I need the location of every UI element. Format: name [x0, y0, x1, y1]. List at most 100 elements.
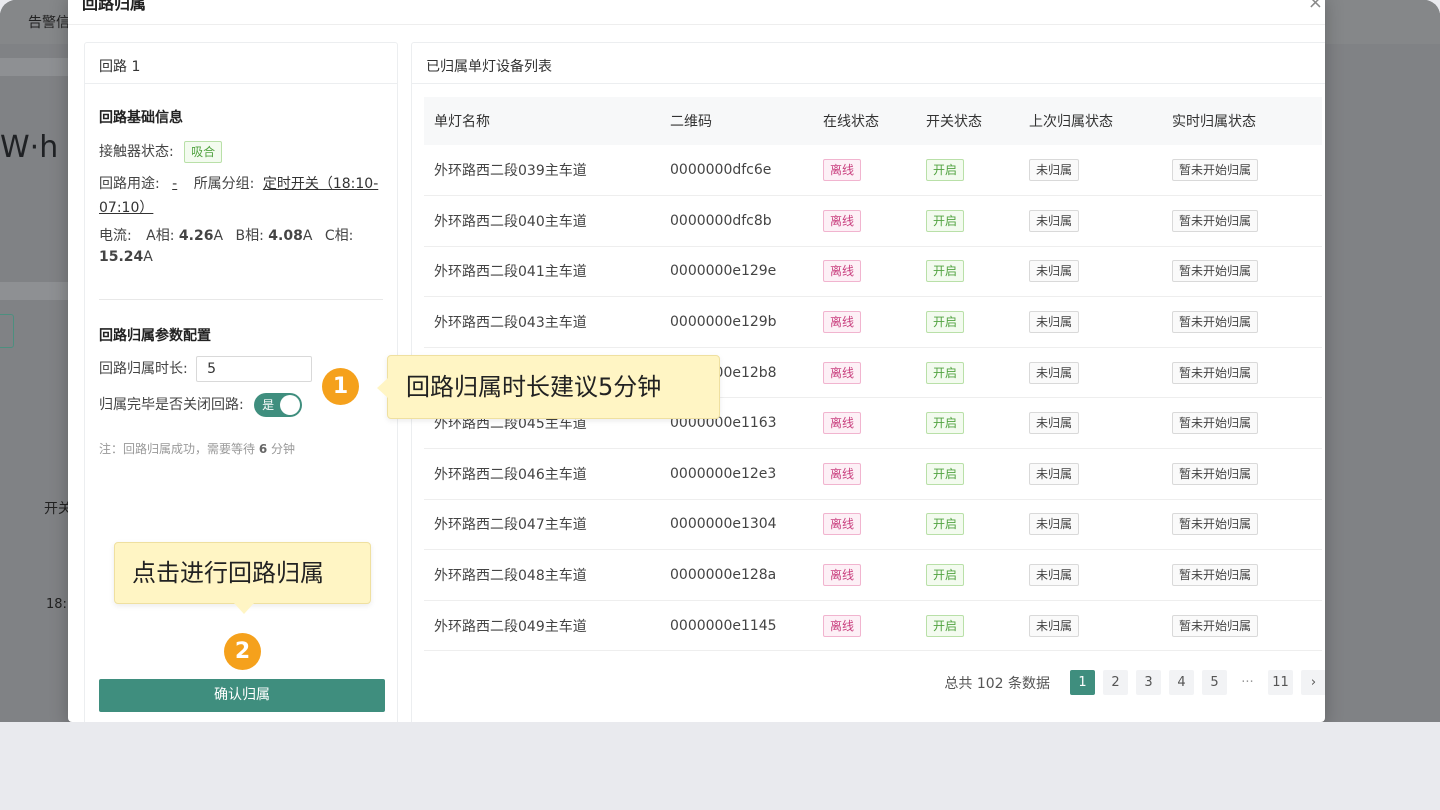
- table-cell: 开启: [916, 195, 1019, 247]
- current-row: 电流: A相: 4.26A B相: 4.08A C相:: [99, 225, 353, 245]
- last-assign-status-badge: 未归属: [1029, 412, 1080, 435]
- group-label: 所属分组:: [193, 176, 255, 192]
- current-label: 电流:: [99, 228, 132, 244]
- online-status-badge: 离线: [823, 513, 862, 536]
- switch-status-badge: 开启: [926, 614, 965, 637]
- table-row[interactable]: 外环路西二段049主车道 0000000e1145 离线 开启 未归属 暂未开始归属: [424, 600, 1322, 652]
- qr-code: 0000000e1304: [670, 516, 777, 533]
- table-row[interactable]: 外环路西二段047主车道 0000000e1304 离线 开启 未归属 暂未开始归属: [424, 499, 1322, 551]
- table-cell: 外环路西二段048主车道: [424, 549, 660, 601]
- lamp-name: 外环路西二段047主车道: [434, 517, 587, 534]
- contactor-status-badge: 吸合: [184, 141, 223, 163]
- qr-code: 0000000e129e: [670, 263, 777, 280]
- background-tab: 告警信: [28, 15, 70, 31]
- page-ellipsis[interactable]: ···: [1235, 670, 1260, 695]
- page-button[interactable]: 11: [1268, 670, 1293, 695]
- online-status-badge: 离线: [823, 564, 862, 587]
- table-cell: 暂未开始归属: [1162, 600, 1322, 652]
- table-cell: 未归属: [1019, 448, 1162, 500]
- last-assign-status-badge: 未归属: [1029, 462, 1080, 485]
- page-button[interactable]: 3: [1136, 670, 1161, 695]
- usage-label: 回路用途:: [99, 176, 160, 192]
- col-last-assign-status: 上次归属状态: [1019, 97, 1162, 145]
- col-lamp-name: 单灯名称: [424, 97, 660, 145]
- close-loop-toggle[interactable]: 是: [254, 393, 303, 417]
- close-icon[interactable]: ×: [1308, 0, 1323, 13]
- confirm-tip: 点击进行回路归属: [114, 542, 371, 614]
- phase-c-unit: A: [143, 249, 153, 265]
- page-button[interactable]: 5: [1202, 670, 1227, 695]
- group-value-line2[interactable]: 07:10）: [99, 200, 153, 216]
- dialog-header: 回路归属 ×: [68, 0, 1325, 25]
- page-button[interactable]: 1: [1070, 670, 1095, 695]
- realtime-assign-status-badge: 暂未开始归属: [1172, 159, 1259, 182]
- col-online-status: 在线状态: [813, 97, 916, 145]
- toggle-label: 是: [262, 398, 275, 412]
- last-assign-status-badge: 未归属: [1029, 209, 1080, 232]
- switch-status-badge: 开启: [926, 159, 965, 182]
- background-energy-value: W·h: [0, 130, 59, 165]
- table-cell: 0000000dfc8b: [660, 195, 813, 247]
- table-cell: 开启: [916, 296, 1019, 348]
- group-value[interactable]: 定时开关（18:10-: [263, 176, 378, 192]
- table-cell: 未归属: [1019, 397, 1162, 450]
- switch-status-badge: 开启: [926, 462, 965, 485]
- realtime-assign-status-badge: 暂未开始归属: [1172, 513, 1259, 536]
- lamp-name: 外环路西二段046主车道: [434, 466, 587, 483]
- table-cell: 0000000e128a: [660, 549, 813, 601]
- table-row[interactable]: 外环路西二段040主车道 0000000dfc8b 离线 开启 未归属 暂未开始归属: [424, 195, 1322, 247]
- qr-code: 0000000e12e3: [670, 465, 777, 482]
- table-cell: 0000000e129e: [660, 246, 813, 298]
- phase-b-unit: A: [302, 228, 313, 244]
- table-cell: 离线: [813, 600, 916, 652]
- table-cell: 离线: [813, 549, 916, 601]
- table-cell: 开启: [916, 499, 1019, 551]
- online-status-badge: 离线: [823, 209, 862, 232]
- lamp-name: 外环路西二段041主车道: [434, 264, 587, 281]
- switch-status-badge: 开启: [926, 412, 965, 435]
- background-band: [0, 282, 70, 300]
- wait-note: 注：回路归属成功，需要等待 6 分钟: [99, 440, 295, 457]
- note-minutes: 6: [258, 442, 268, 456]
- realtime-assign-status-badge: 暂未开始归属: [1172, 361, 1259, 384]
- phase-b-value: 4.08: [268, 228, 303, 244]
- page-button[interactable]: 4: [1169, 670, 1194, 695]
- group-value-continued: 07:10）: [99, 197, 153, 217]
- table-row[interactable]: 外环路西二段043主车道 0000000e129b 离线 开启 未归属 暂未开始归属: [424, 296, 1322, 348]
- duration-input[interactable]: 5: [196, 356, 313, 382]
- table-cell: 未归属: [1019, 549, 1162, 601]
- duration-tip: 回路归属时长建议5分钟: [377, 355, 720, 419]
- table-row[interactable]: 外环路西二段046主车道 0000000e12e3 离线 开启 未归属 暂未开始归属: [424, 448, 1322, 500]
- contactor-status-label: 接触器状态:: [99, 144, 174, 160]
- device-list-title: 已归属单灯设备列表: [412, 43, 1325, 84]
- note-suffix: 分钟: [271, 442, 296, 456]
- table-row[interactable]: 外环路西二段039主车道 0000000dfc6e 离线 开启 未归属 暂未开始归属: [424, 145, 1322, 197]
- table-cell: 离线: [813, 195, 916, 247]
- qr-code: 0000000e128a: [670, 567, 777, 584]
- last-assign-status-badge: 未归属: [1029, 564, 1080, 587]
- last-assign-status-badge: 未归属: [1029, 361, 1080, 384]
- table-cell: 开启: [916, 347, 1019, 399]
- table-cell: 离线: [813, 347, 916, 399]
- switch-status-badge: 开启: [926, 260, 965, 283]
- switch-status-badge: 开启: [926, 361, 965, 384]
- toggle-knob: [280, 395, 301, 415]
- chevron-right-icon[interactable]: ›: [1301, 670, 1325, 695]
- table-cell: 暂未开始归属: [1162, 448, 1322, 500]
- table-row[interactable]: 外环路西二段041主车道 0000000e129e 离线 开启 未归属 暂未开始归属: [424, 246, 1322, 298]
- online-status-badge: 离线: [823, 159, 862, 182]
- basic-info-title: 回路基础信息: [99, 110, 183, 126]
- usage-value[interactable]: -: [172, 176, 177, 192]
- realtime-assign-status-badge: 暂未开始归属: [1172, 564, 1259, 587]
- phase-a-value: 4.26: [178, 228, 214, 244]
- table-cell: 暂未开始归属: [1162, 397, 1322, 450]
- table-cell: 暂未开始归属: [1162, 347, 1322, 399]
- confirm-assign-button[interactable]: 确认归属: [99, 679, 385, 712]
- table-row[interactable]: 外环路西二段048主车道 0000000e128a 离线 开启 未归属 暂未开始归属: [424, 549, 1322, 601]
- app-screen: 告警信 W·h 开关 18: 回路归属 × 回路 1 回路基础信息 接触器状态:…: [0, 0, 1440, 722]
- table-cell: 未归属: [1019, 296, 1162, 348]
- table-cell: 暂未开始归属: [1162, 195, 1322, 247]
- total-count: 总共 102 条数据: [944, 675, 1050, 692]
- table-cell: 离线: [813, 246, 916, 298]
- page-button[interactable]: 2: [1103, 670, 1128, 695]
